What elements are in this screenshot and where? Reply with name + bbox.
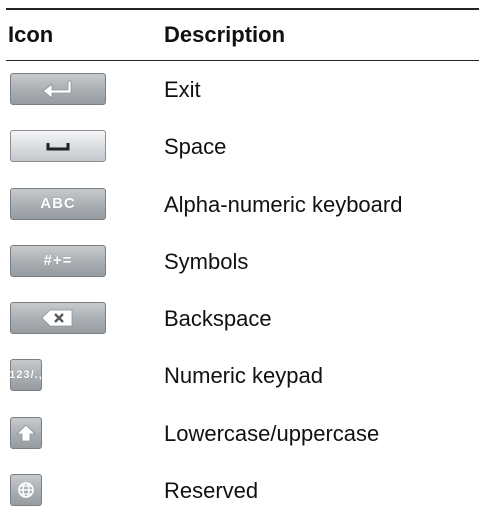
backspace-icon <box>10 302 106 335</box>
shift-up-arrow-icon <box>10 416 42 449</box>
enter-arrow-icon <box>10 73 106 105</box>
row-description: Numeric keypad <box>164 363 323 389</box>
icon-cell <box>10 73 106 105</box>
row-description: Lowercase/uppercase <box>164 420 380 446</box>
row-description: Symbols <box>164 248 249 274</box>
table-row: Space <box>6 118 479 175</box>
icon-cell <box>10 130 106 163</box>
row-description: Reserved <box>164 478 259 504</box>
icon-cell: #+= <box>10 244 106 277</box>
table-header-row: Icon Description <box>6 10 479 61</box>
numeric-key-label: 123/., <box>9 369 43 382</box>
icon-cell <box>10 302 106 335</box>
table-row: Exit <box>6 61 479 118</box>
icon-cell <box>10 474 42 507</box>
globe-icon <box>10 474 42 507</box>
header-description: Description <box>164 22 286 47</box>
space-bar-icon <box>10 130 106 163</box>
table-row: Lowercase/uppercase <box>6 405 479 462</box>
abc-key-icon: ABC <box>10 187 106 220</box>
abc-key-label: ABC <box>40 195 76 213</box>
table-row: #+= Symbols <box>6 233 479 290</box>
table-row: 123/., Numeric keypad <box>6 347 479 404</box>
table-row: Backspace <box>6 290 479 347</box>
row-description: Space <box>164 134 227 160</box>
table-row: ABC Alpha-numeric keyboard <box>6 176 479 233</box>
symbols-key-icon: #+= <box>10 244 106 277</box>
icon-description-table: Icon Description Exit Space ABC Alpha-nu… <box>0 8 485 519</box>
icon-cell <box>10 416 42 449</box>
numeric-keypad-icon: 123/., <box>9 359 43 392</box>
icon-cell: 123/., <box>9 359 43 392</box>
symbols-key-label: #+= <box>43 252 73 270</box>
header-icon: Icon <box>8 22 54 47</box>
table-row: Reserved <box>6 462 479 519</box>
row-description: Backspace <box>164 306 272 332</box>
icon-cell: ABC <box>10 187 106 220</box>
row-description: Exit <box>164 77 201 102</box>
row-description: Alpha-numeric keyboard <box>164 191 403 217</box>
